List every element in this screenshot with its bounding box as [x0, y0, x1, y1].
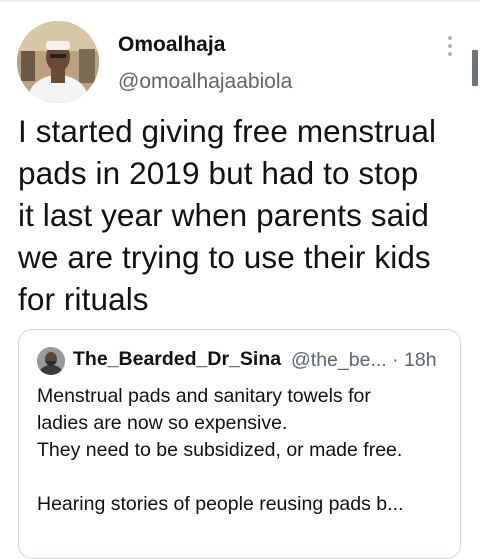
tweet-text-line: it last year when parents said — [18, 197, 429, 233]
quoted-author-avatar — [37, 347, 65, 375]
author-avatar[interactable] — [17, 21, 99, 103]
tweet-text-line: I started giving free menstrual — [18, 113, 437, 149]
author-handle[interactable]: @omoalhajaabiola — [118, 70, 292, 94]
quoted-text-line: ladies are now so expensive. — [37, 412, 288, 434]
quoted-text-line: Menstrual pads and sanitary towels for — [37, 385, 371, 407]
quoted-tweet-text: Menstrual pads and sanitary towels for l… — [37, 383, 452, 518]
more-vertical-icon[interactable] — [442, 34, 458, 60]
quoted-author-name: The_Bearded_Dr_Sina — [73, 348, 282, 370]
tweet-text-line: for rituals — [18, 281, 149, 317]
quoted-author-meta: @the_be... · 18h — [291, 349, 437, 371]
quoted-text-line: Hearing stories of people reusing pads b… — [37, 493, 404, 515]
quoted-text-line: They need to be subsidized, or made free… — [37, 439, 403, 461]
scrollbar-thumb[interactable] — [472, 50, 478, 86]
top-divider — [0, 0, 480, 2]
author-display-name[interactable]: Omoalhaja — [118, 33, 225, 57]
tweet-text-line: we are trying to use their kids — [18, 239, 431, 275]
quoted-text-gap — [37, 464, 452, 491]
tweet-text-line: pads in 2019 but had to stop — [18, 155, 419, 191]
quoted-tweet-card[interactable]: The_Bearded_Dr_Sina @the_be... · 18h Men… — [18, 329, 461, 559]
tweet-text: I started giving free menstrual pads in … — [18, 110, 468, 320]
